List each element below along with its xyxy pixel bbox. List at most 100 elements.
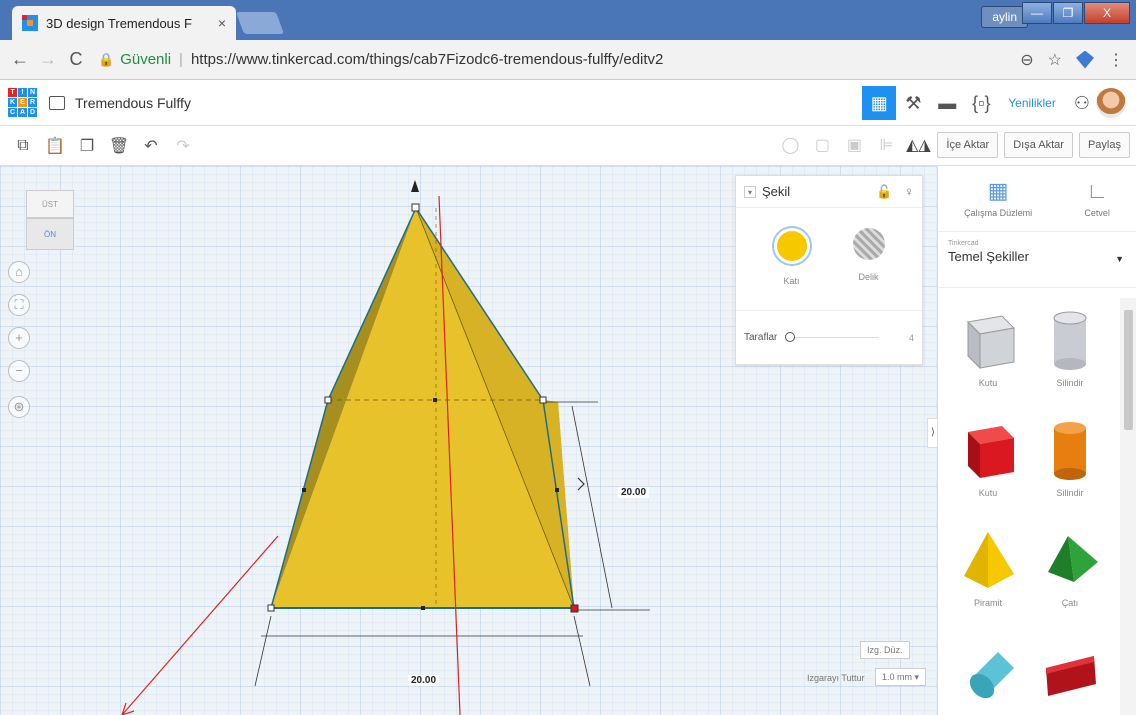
perspective-icon[interactable]: ⊛ — [8, 396, 30, 418]
group-icon[interactable]: ▢ — [809, 135, 835, 155]
shape-label: Kutu — [978, 488, 998, 498]
hole-label: Delik — [858, 272, 879, 282]
reload-icon[interactable]: C — [62, 49, 90, 70]
document-name[interactable]: Tremendous Fulffy — [75, 95, 191, 111]
pyramid-icon — [964, 532, 1014, 588]
shape-library-select[interactable]: Tinkercad Temel Şekiller ▼ — [938, 232, 1136, 288]
close-window-button[interactable]: X — [1084, 2, 1130, 24]
bookmark-star-icon[interactable]: ☆ — [1048, 50, 1062, 70]
lightbulb-icon[interactable]: ◯ — [777, 135, 803, 155]
avatar[interactable] — [1096, 88, 1126, 118]
window-controls: — ❐ X — [1022, 2, 1130, 24]
solid-color-swatch[interactable] — [773, 228, 810, 264]
shape-tile-cylinder-orange[interactable]: Silindir — [1030, 418, 1110, 526]
cylinder-icon — [969, 652, 1014, 699]
sides-value: 4 — [908, 332, 914, 343]
import-button[interactable]: İçe Aktar — [937, 132, 999, 158]
redo-icon[interactable]: ↷ — [168, 136, 198, 156]
shape-tile-pyramid[interactable]: Piramit — [948, 528, 1028, 636]
forward-arrow-icon[interactable]: → — [34, 49, 62, 70]
back-arrow-icon[interactable]: ← — [6, 49, 34, 70]
height-dimension-label[interactable]: 20.00 — [618, 487, 650, 498]
home-view-icon[interactable]: ⌂ — [8, 261, 30, 283]
shape-tile-text[interactable] — [1030, 638, 1110, 715]
hole-swatch[interactable] — [852, 228, 885, 260]
undo-icon[interactable]: ↶ — [136, 136, 166, 156]
active-corner-handle — [570, 604, 579, 613]
window-user-badge[interactable]: aylin — [981, 6, 1028, 28]
roof-icon — [1048, 536, 1098, 582]
minimize-button[interactable]: — — [1022, 2, 1052, 24]
fit-view-icon[interactable]: ⛶ — [8, 294, 30, 316]
workplane-canvas[interactable]: 20.00 20.00 ÜST ÖN ⌂ ⛶ + − ⊛ ▾ Şekil 🔓 ♀… — [0, 166, 937, 715]
view-cube[interactable]: ÜST ÖN — [24, 190, 76, 250]
tab-close-icon[interactable]: × — [218, 15, 226, 31]
zoom-icon[interactable]: ⊖ — [1020, 50, 1033, 70]
news-link[interactable]: Yenilikler — [1008, 96, 1056, 110]
browser-menu-icon[interactable]: ⋮ — [1108, 50, 1124, 70]
align-icon[interactable]: ⊫ — [873, 135, 899, 155]
extension-icon[interactable] — [1076, 50, 1094, 69]
url-field[interactable]: 🔒 Güvenli | https://www.tinkercad.com/th… — [98, 46, 1020, 74]
sides-slider[interactable] — [785, 332, 880, 342]
visibility-icon[interactable]: ♀ — [904, 184, 914, 200]
maximize-button[interactable]: ❐ — [1053, 2, 1083, 24]
library-source: Tinkercad — [948, 240, 979, 247]
shape-tile-cylinder-gray[interactable]: Silindir — [1030, 308, 1110, 416]
collapse-caret-icon[interactable]: ▾ — [744, 185, 756, 198]
shapes-panel: ▦ Çalışma Düzlemi ∟ Cetvel Tinkercad Tem… — [937, 166, 1136, 715]
workplane-icon: ▦ — [987, 177, 1009, 203]
shape-grid: Kutu Silindir Kutu Silindir Piramit Çatı — [938, 298, 1120, 715]
sides-slider-knob[interactable] — [785, 332, 796, 342]
ungroup-icon[interactable]: ▣ — [841, 135, 867, 155]
view-cube-top[interactable]: ÜST — [26, 190, 74, 218]
copy-icon[interactable]: ⧉ — [8, 137, 38, 155]
shape-inspector-header[interactable]: ▾ Şekil 🔓 ♀ — [736, 176, 922, 208]
zoom-in-icon[interactable]: + — [8, 327, 30, 349]
shape-inspector: ▾ Şekil 🔓 ♀ Katı Delik Taraflar 4 — [735, 175, 923, 365]
browser-tab[interactable]: 3D design Tremendous F × — [12, 6, 236, 40]
ruler-tool[interactable]: ∟ Cetvel — [1084, 179, 1110, 218]
shape-tile-cylinder-teal[interactable] — [948, 638, 1028, 715]
solid-label: Katı — [783, 276, 800, 286]
export-button[interactable]: Dışa Aktar — [1004, 132, 1073, 158]
zoom-out-icon[interactable]: − — [8, 360, 30, 382]
add-user-icon[interactable]: ⚇ — [1074, 93, 1090, 114]
shape-tile-box-gray[interactable]: Kutu — [948, 308, 1028, 416]
workplane-tool[interactable]: ▦ Çalışma Düzlemi — [964, 177, 1032, 218]
tab-title: 3D design Tremendous F — [46, 15, 192, 31]
blocks-view-icon[interactable]: ⚒ — [896, 86, 930, 120]
hole-option[interactable]: Delik — [852, 228, 885, 286]
url-text: https://www.tinkercad.com/things/cab7Fiz… — [190, 51, 664, 68]
ruler-label: Cetvel — [1084, 207, 1110, 218]
lock-shape-icon[interactable]: 🔓 — [876, 184, 892, 200]
shape-tile-box-red[interactable]: Kutu — [948, 418, 1028, 526]
share-button[interactable]: Paylaş — [1078, 132, 1130, 158]
shape-label: Kutu — [978, 378, 998, 388]
edit-grid-button[interactable]: Izg. Düz. — [860, 641, 910, 659]
tinkercad-logo[interactable]: TIN KER CAD — [8, 88, 37, 117]
cylinder-icon — [1054, 422, 1086, 480]
bricks-view-icon[interactable]: ▬ — [930, 86, 964, 120]
scrollbar-thumb[interactable] — [1124, 310, 1133, 430]
solid-option[interactable]: Katı — [773, 228, 810, 286]
delete-icon[interactable]: 🗑 — [104, 136, 134, 156]
mirror-icon[interactable]: ◭◮ — [905, 135, 931, 155]
codeblocks-icon[interactable]: {▫} — [964, 86, 998, 120]
paste-icon[interactable]: 📋 — [40, 136, 70, 156]
shape-tile-roof[interactable]: Çatı — [1030, 528, 1110, 636]
width-dimension-label[interactable]: 20.00 — [408, 675, 440, 686]
browser-tab-bar: 3D design Tremendous F × aylin — ❐ X — [0, 0, 1136, 40]
sides-label: Taraflar — [744, 332, 778, 343]
design-list-icon[interactable] — [49, 95, 65, 110]
shape-label: Silindir — [1056, 488, 1084, 498]
grid-view-icon[interactable]: ▦ — [862, 86, 897, 120]
view-cube-front[interactable]: ÖN — [26, 218, 74, 250]
new-tab-button[interactable] — [235, 12, 285, 34]
duplicate-icon[interactable]: ❐ — [72, 136, 102, 156]
snap-grid-select[interactable]: 1.0 mm ▾ — [875, 668, 927, 686]
text-shape-icon — [1046, 656, 1096, 696]
shapes-scrollbar[interactable] — [1120, 298, 1136, 715]
address-bar: ← → C 🔒 Güvenli | https://www.tinkercad.… — [0, 40, 1136, 80]
chevron-down-icon: ▼ — [1115, 254, 1124, 264]
